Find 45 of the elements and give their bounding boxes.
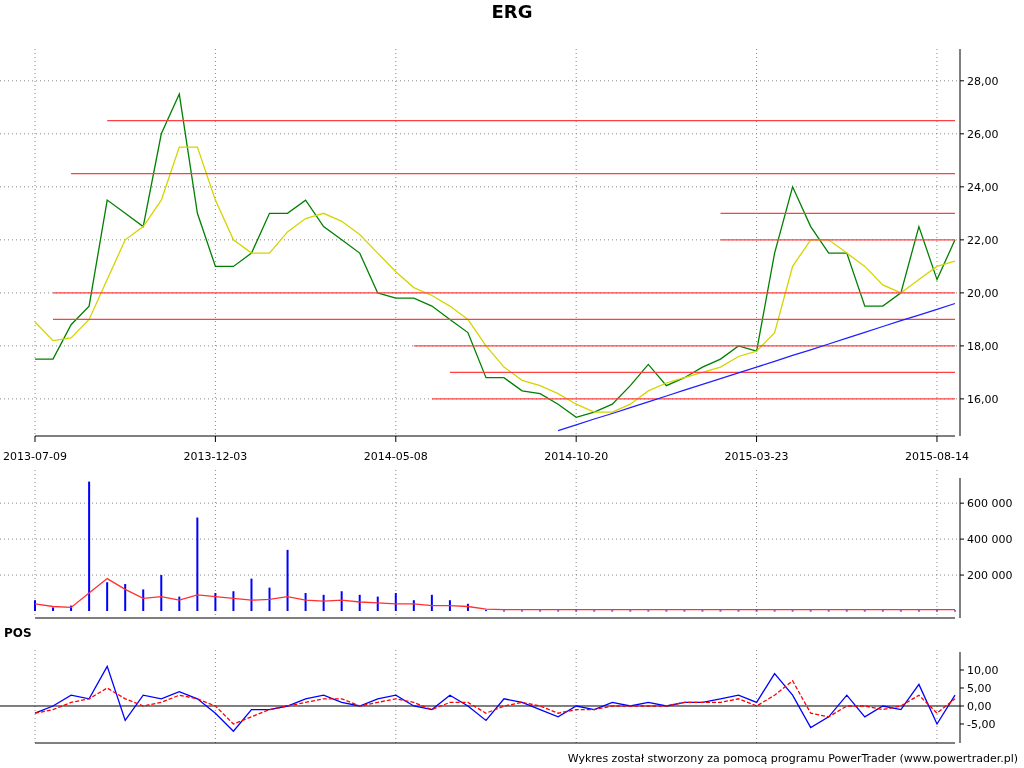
axis-label: 28,00	[967, 74, 999, 88]
axis-label: 5,00	[967, 682, 992, 695]
volume-bar	[52, 607, 55, 611]
axis-label: 2013-07-09	[3, 450, 67, 460]
volume-bar	[70, 605, 73, 611]
volume-bar	[340, 591, 343, 611]
volume-bar	[106, 582, 109, 611]
axis-label: 400 000	[967, 533, 1013, 547]
volume-bar	[214, 593, 217, 611]
volume-bar	[466, 603, 469, 611]
axis-label: 26,00	[967, 127, 999, 141]
credit-text: Wykres został stworzony za pomocą programu PowerTrader (www.powertrader.pl)	[567, 751, 1018, 765]
volume-bar	[142, 589, 145, 611]
volume-bar	[322, 594, 325, 611]
axis-label: 2013-12-03	[183, 450, 248, 460]
volume-bar	[304, 593, 307, 611]
volume-bar	[250, 578, 253, 611]
axis-label: 2014-10-20	[544, 450, 609, 460]
axis-label: 600 000	[967, 497, 1013, 511]
axis-label: 2014-05-08	[363, 450, 428, 460]
volume-bar	[268, 587, 271, 611]
volume-bar	[286, 549, 289, 611]
volume-bar	[358, 594, 361, 611]
chart-title: ERG	[491, 0, 533, 24]
axis-label: 22,00	[967, 233, 999, 247]
axis-label: 0,00	[967, 700, 992, 713]
volume-bar	[178, 596, 181, 611]
volume-bar	[448, 600, 451, 611]
axis-label: -5,00	[967, 718, 996, 731]
axis-label: 18,00	[967, 339, 999, 353]
axis-label: 200 000	[967, 569, 1013, 583]
axis-label: 24,00	[967, 180, 999, 194]
axis-label: 16,00	[967, 392, 999, 406]
volume-bar	[160, 575, 163, 611]
volume-bar	[394, 593, 397, 611]
axis-label: 10,00	[967, 664, 999, 677]
axis-label: 20,00	[967, 286, 999, 300]
axis-label: 2015-08-14	[905, 450, 969, 460]
panel-label: POS	[4, 626, 32, 640]
volume-bar	[232, 591, 235, 611]
volume-bar	[376, 596, 379, 611]
volume-bar	[430, 594, 433, 611]
volume-bar	[412, 600, 415, 611]
axis-label: 2015-03-23	[724, 450, 789, 460]
volume-bar	[124, 584, 127, 611]
